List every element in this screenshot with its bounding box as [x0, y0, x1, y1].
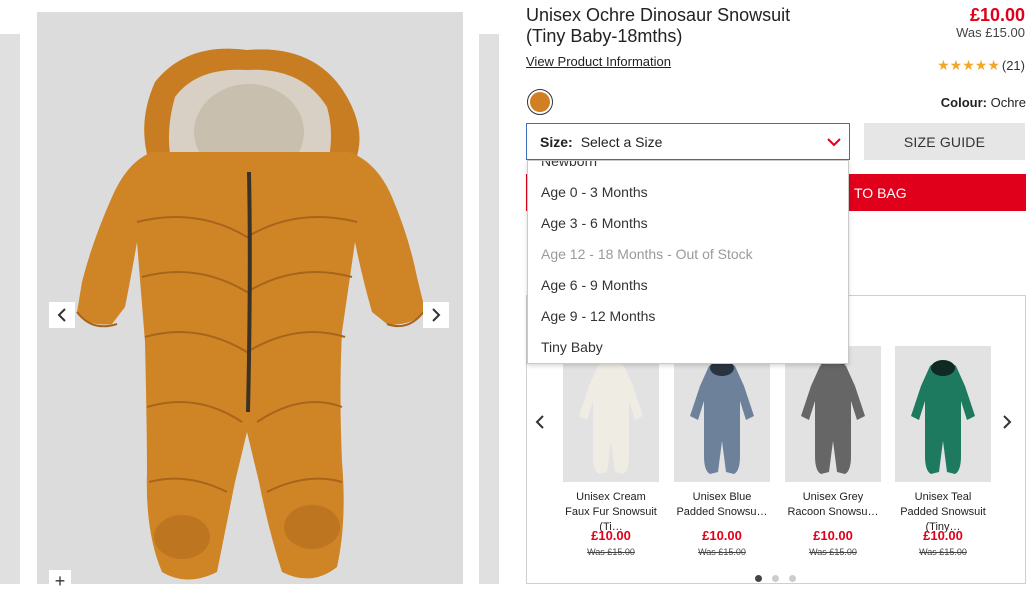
size-option-newborn[interactable]: Newborn	[528, 161, 848, 177]
carousel-dot[interactable]	[789, 575, 796, 582]
size-select[interactable]: Size: Select a Size	[526, 123, 850, 160]
gallery-prev-button[interactable]	[49, 302, 75, 328]
reco-card-name: Unisex Teal Padded Snowsuit (Tiny…	[900, 491, 986, 533]
snowsuit-thumbnail	[911, 360, 975, 474]
reco-card[interactable]: Unisex Cream Faux Fur Snowsuit (Ti… £10.…	[563, 346, 659, 557]
reco-card-image	[785, 346, 881, 482]
reco-card[interactable]: Unisex Teal Padded Snowsuit (Tiny… £10.0…	[895, 346, 991, 557]
swatch-color	[530, 92, 550, 112]
reco-card-was-price: Was £15.00	[809, 547, 857, 557]
reco-card-was-price: Was £15.00	[919, 547, 967, 557]
view-product-information-link[interactable]: View Product Information	[526, 54, 671, 69]
snowsuit-image	[76, 48, 426, 580]
size-guide-button[interactable]: SIZE GUIDE	[864, 123, 1025, 160]
product-main-image[interactable]	[37, 12, 463, 584]
size-option-tiny-baby[interactable]: Tiny Baby	[528, 332, 848, 363]
size-option-0-3m[interactable]: Age 0 - 3 Months	[528, 177, 848, 208]
product-title-line1: Unisex Ochre Dinosaur Snowsuit	[526, 5, 791, 25]
zoom-icon[interactable]: +	[49, 570, 71, 592]
colour-swatch-ochre[interactable]	[527, 89, 553, 115]
colour-value: Ochre	[990, 95, 1026, 110]
was-price: Was £15.00	[956, 25, 1025, 40]
size-selected-value: Select a Size	[580, 133, 663, 150]
reco-card-name: Unisex Blue Padded Snowsu…	[676, 491, 768, 518]
size-options: Newborn Age 0 - 3 Months Age 3 - 6 Month…	[528, 161, 848, 363]
carousel-dot[interactable]	[772, 575, 779, 582]
reco-card-price: £10.00	[813, 528, 853, 543]
reco-card-price: £10.00	[923, 528, 963, 543]
size-option-3-6m[interactable]: Age 3 - 6 Months	[528, 208, 848, 239]
reco-card-image	[563, 346, 659, 482]
rating[interactable]: ★★★★★ (21)	[937, 57, 1025, 74]
review-count: (21)	[1001, 58, 1025, 73]
snowsuit-thumbnail	[801, 355, 865, 474]
reco-card-name: Unisex Grey Racoon Snowsu…	[787, 491, 879, 518]
reco-card[interactable]: Unisex Grey Racoon Snowsu… £10.00 Was £1…	[785, 346, 881, 557]
size-dropdown-list: Newborn Age 0 - 3 Months Age 3 - 6 Month…	[527, 160, 849, 364]
reco-card-image	[895, 346, 991, 482]
chevron-left-icon	[57, 308, 66, 322]
size-option-12-18m-out-of-stock: Age 12 - 18 Months - Out of Stock	[541, 246, 753, 262]
colour-indicator: Colour: Ochre	[941, 95, 1026, 110]
current-price: £10.00	[969, 5, 1025, 25]
add-to-bag-label: TO BAG	[854, 184, 907, 201]
star-rating-icon: ★★★★★	[937, 57, 1000, 73]
reco-card-was-price: Was £15.00	[698, 547, 746, 557]
reco-card-price: £10.00	[591, 528, 631, 543]
reco-card-image	[674, 346, 770, 482]
size-option-9-12m[interactable]: Age 9 - 12 Months	[528, 301, 848, 332]
reco-card-was-price: Was £15.00	[587, 547, 635, 557]
chevron-right-icon	[1003, 415, 1012, 429]
size-option-6-9m[interactable]: Age 6 - 9 Months	[528, 270, 848, 301]
product-title-line2: (Tiny Baby-18mths)	[526, 26, 683, 46]
chevron-left-icon	[535, 415, 544, 429]
chevron-right-icon	[432, 308, 441, 322]
product-title: Unisex Ochre Dinosaur Snowsuit (Tiny Bab…	[526, 5, 856, 47]
reco-card-price: £10.00	[702, 528, 742, 543]
snowsuit-thumbnail	[579, 361, 643, 474]
chevron-down-icon	[827, 138, 841, 147]
gallery-next-button[interactable]	[423, 302, 449, 328]
reco-card-name: Unisex Cream Faux Fur Snowsuit (Ti…	[565, 491, 657, 533]
next-image-peek	[479, 34, 499, 584]
snowsuit-thumbnail	[690, 360, 754, 474]
reco-next-button[interactable]	[1002, 414, 1012, 433]
size-label: Size:	[540, 133, 573, 150]
carousel-dots	[755, 575, 796, 582]
carousel-dot-active[interactable]	[755, 575, 762, 582]
colour-label: Colour:	[940, 95, 987, 110]
reco-card[interactable]: Unisex Blue Padded Snowsu… £10.00 Was £1…	[674, 346, 770, 557]
reco-prev-button[interactable]	[535, 414, 545, 433]
previous-image-peek	[0, 34, 20, 584]
